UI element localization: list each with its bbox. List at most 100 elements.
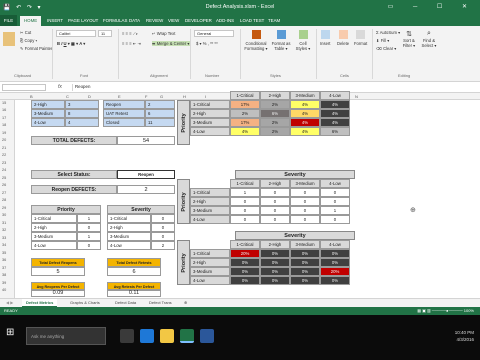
format-cells-button[interactable]: Format xyxy=(354,30,367,46)
find-select-button[interactable]: ⌕ Find & Select ▾ xyxy=(420,30,438,48)
priority-row-label[interactable]: 3-Medium xyxy=(31,232,77,241)
excel-icon[interactable] xyxy=(180,329,194,343)
tab-add-ins[interactable]: ADD-INS xyxy=(216,18,234,23)
matrix-bottom-cell[interactable]: 0% xyxy=(290,258,320,267)
matrix-mid-cell[interactable]: 0 xyxy=(320,188,350,197)
wrap-text-button[interactable]: ↵ Wrap Text xyxy=(152,31,175,36)
tab-formulas[interactable]: FORMULAS xyxy=(103,18,127,23)
status-list-status[interactable]: Closed xyxy=(103,118,145,127)
matrix-bottom-row-header[interactable]: 1-Critical xyxy=(190,249,230,258)
copy-button[interactable]: ⎘ Copy ▾ xyxy=(20,38,37,43)
zoom-controls[interactable]: ▦ ▣ ▥ ─────●───── 100% xyxy=(417,308,474,313)
column-header[interactable]: B xyxy=(30,94,33,99)
row-header[interactable]: 25 xyxy=(2,176,6,180)
row-header[interactable]: 35 xyxy=(2,251,6,255)
priority-row-value[interactable]: 1 xyxy=(77,232,101,241)
reopen-defects-value[interactable]: 2 xyxy=(117,185,175,194)
matrix-bottom-cell[interactable]: 0% xyxy=(260,267,290,276)
row-header[interactable]: 34 xyxy=(2,243,6,247)
status-list-count[interactable]: 6 xyxy=(145,109,175,118)
severity-row-label[interactable]: 1-Critical xyxy=(107,214,151,223)
matrix-bottom-col-header[interactable]: 4-Low xyxy=(320,240,350,249)
row-header[interactable]: 24 xyxy=(2,168,6,172)
tab-home[interactable]: HOME xyxy=(20,16,42,26)
add-sheet-icon[interactable]: ⊕ xyxy=(180,299,191,307)
matrix-mid-cell[interactable]: 0 xyxy=(290,197,320,206)
sheet-tab-graphs-charts[interactable]: Graphs & Charts xyxy=(66,299,104,307)
priority-row-label[interactable]: 1-Critical xyxy=(31,214,77,223)
matrix-mid-cell[interactable]: 0 xyxy=(260,215,290,224)
name-box[interactable] xyxy=(2,84,46,91)
paste-button[interactable] xyxy=(3,32,17,46)
matrix-bottom-col-header[interactable]: 1-Critical xyxy=(230,240,260,249)
column-header[interactable]: G xyxy=(160,94,163,99)
select-status-dropdown[interactable]: Reopen xyxy=(117,170,175,179)
status-list-count[interactable]: 8 xyxy=(65,109,99,118)
windows-start-icon[interactable]: ⊞ xyxy=(6,327,20,341)
row-header[interactable]: 39 xyxy=(2,281,6,285)
conditional-formatting-button[interactable]: Conditional Formatting ▾ xyxy=(244,30,268,51)
matrix-mid-col-header[interactable]: 3-Medium xyxy=(290,179,320,188)
cut-button[interactable]: ✂ Cut xyxy=(20,30,31,35)
matrix-mid-col-header[interactable]: 4-Low xyxy=(320,179,350,188)
sheet-tab-defect-data[interactable]: Defect Data xyxy=(111,299,140,307)
matrix-top-cell[interactable]: 4% xyxy=(290,127,320,136)
matrix-top-cell[interactable]: 4% xyxy=(290,100,320,109)
matrix-bottom-row-header[interactable]: 3-Medium xyxy=(190,267,230,276)
matrix-top-cell[interactable]: 2% xyxy=(260,100,290,109)
status-list-priority[interactable]: 3-Medium xyxy=(31,109,65,118)
edge-icon[interactable] xyxy=(140,329,154,343)
matrix-bottom-cell[interactable]: 20% xyxy=(320,267,350,276)
matrix-bottom-cell[interactable]: 0% xyxy=(260,276,290,285)
window-controls[interactable]: ▭ ─ ☐ ✕ xyxy=(388,3,476,10)
row-header[interactable]: 33 xyxy=(2,236,6,240)
matrix-top-cell[interactable]: 6% xyxy=(320,127,350,136)
status-list-count[interactable]: 3 xyxy=(65,100,99,109)
matrix-mid-cell[interactable]: 0 xyxy=(230,206,260,215)
row-header[interactable]: 27 xyxy=(2,191,6,195)
matrix-top-row-header[interactable]: 4-Low xyxy=(190,127,230,136)
matrix-mid-cell[interactable]: 0 xyxy=(260,188,290,197)
matrix-top-cell[interactable]: 4% xyxy=(320,109,350,118)
matrix-top-row-header[interactable]: 1-Critical xyxy=(190,100,230,109)
tab-view[interactable]: VIEW xyxy=(168,18,179,23)
matrix-top-cell[interactable]: 4% xyxy=(230,127,260,136)
matrix-mid-cell[interactable]: 0 xyxy=(320,197,350,206)
matrix-top-cell[interactable]: 2% xyxy=(260,118,290,127)
matrix-mid-cell[interactable]: 0 xyxy=(260,197,290,206)
priority-row-value[interactable]: 1 xyxy=(77,214,101,223)
status-list-count[interactable]: 4 xyxy=(65,118,99,127)
formula-input[interactable]: Reopen xyxy=(72,84,476,91)
column-header[interactable]: E xyxy=(118,94,121,99)
taskbar-clock[interactable]: 10:40 PM 4/3/2016 xyxy=(455,329,474,343)
format-as-table-button[interactable]: Format as Table ▾ xyxy=(270,30,292,51)
row-header[interactable]: 26 xyxy=(2,183,6,187)
sort-filter-button[interactable]: ⇅ Sort & Filter ▾ xyxy=(400,30,418,48)
column-header[interactable]: H xyxy=(183,94,186,99)
matrix-top-cell[interactable]: 2% xyxy=(260,127,290,136)
task-view-icon[interactable] xyxy=(120,329,134,343)
row-header[interactable]: 40 xyxy=(2,288,6,292)
autosum-button[interactable]: Σ AutoSum ▾ xyxy=(376,30,400,35)
matrix-mid-cell[interactable]: 1 xyxy=(230,188,260,197)
row-header[interactable]: 32 xyxy=(2,228,6,232)
status-list-status[interactable]: Reopen xyxy=(103,100,145,109)
fill-button[interactable]: ⬇ Fill ▾ xyxy=(376,38,389,43)
status-list-status[interactable]: UAT Retest xyxy=(103,109,145,118)
clear-button[interactable]: ⌫ Clear ▾ xyxy=(376,46,396,51)
status-list-count[interactable]: 11 xyxy=(145,118,175,127)
matrix-bottom-cell[interactable]: 0% xyxy=(260,249,290,258)
status-list-priority[interactable]: 4-Low xyxy=(31,118,65,127)
matrix-bottom-cell[interactable]: 0% xyxy=(290,267,320,276)
matrix-mid-row-header[interactable]: 1-Critical xyxy=(190,188,230,197)
severity-row-label[interactable]: 2-High xyxy=(107,223,151,232)
tab-developer[interactable]: DEVELOPER xyxy=(185,18,212,23)
matrix-mid-col-header[interactable]: 2-High xyxy=(260,179,290,188)
matrix-top-cell[interactable]: 6% xyxy=(260,109,290,118)
severity-row-value[interactable]: 0 xyxy=(151,214,175,223)
matrix-bottom-col-header[interactable]: 3-Medium xyxy=(290,240,320,249)
matrix-top-cell[interactable]: 2% xyxy=(230,109,260,118)
row-header[interactable]: 17 xyxy=(2,116,6,120)
matrix-top-cell[interactable]: 17% xyxy=(230,100,260,109)
severity-row-label[interactable]: 3-Medium xyxy=(107,232,151,241)
